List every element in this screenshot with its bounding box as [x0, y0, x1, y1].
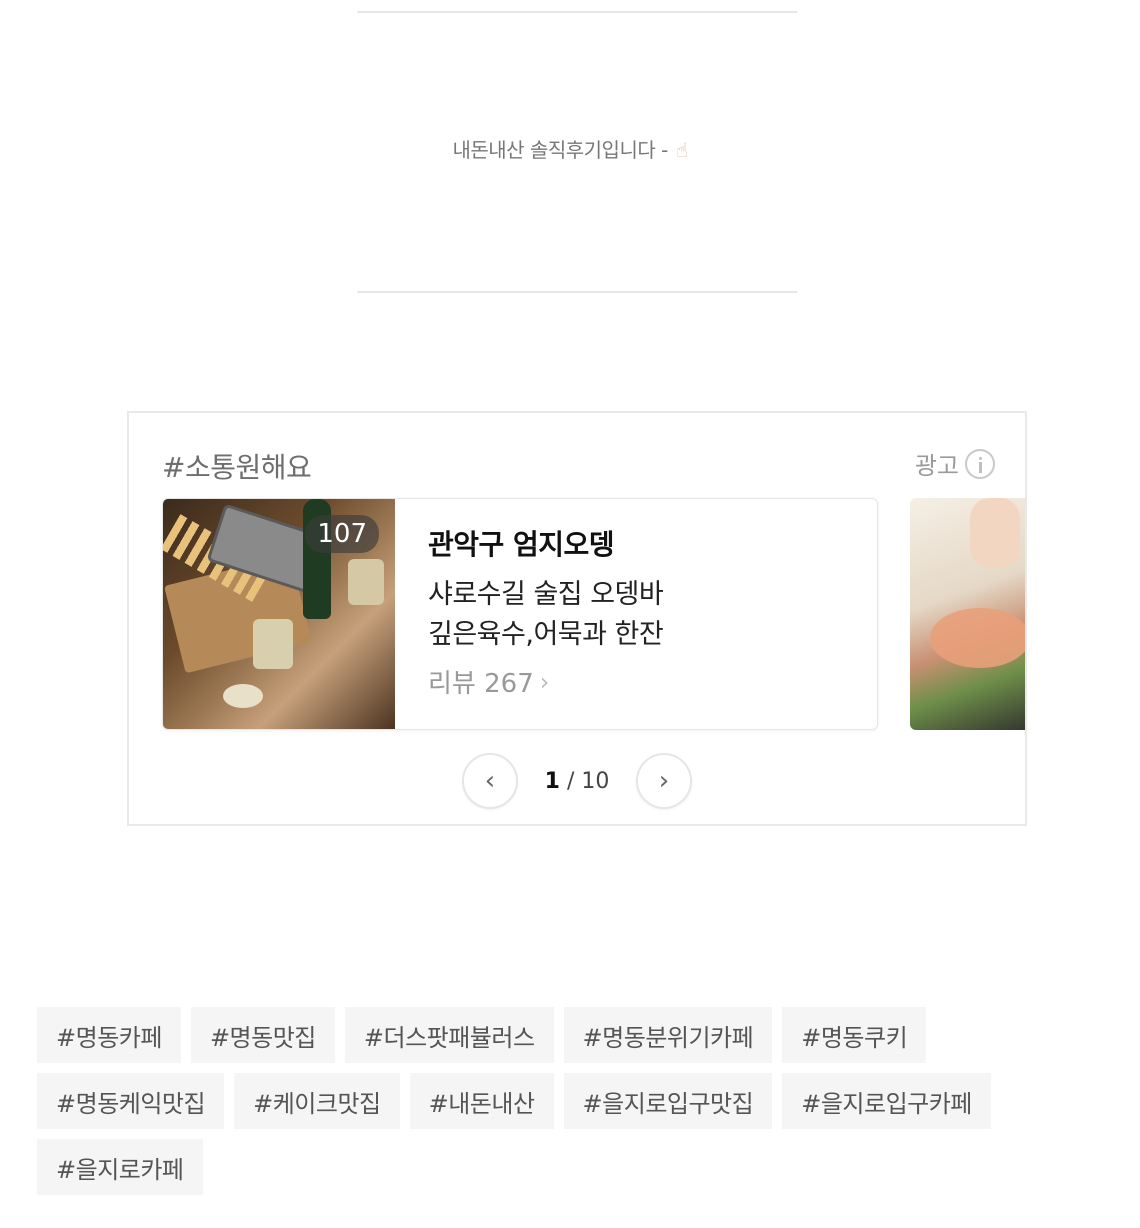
current-page: 1 — [544, 768, 560, 794]
plate — [930, 608, 1025, 668]
hand — [970, 498, 1020, 568]
ad-section-title: #소통원해요 — [162, 451, 312, 484]
tag-list: #명동카페 #명동맛집 #더스팟패뷸러스 #명동분위기카페 #명동쿠키 #명동케… — [37, 1007, 1103, 1195]
card-title[interactable]: 관악구 엄지오뎅 — [428, 523, 858, 563]
prev-button[interactable]: ‹ — [462, 753, 518, 809]
chevron-left-icon: ‹ — [484, 766, 496, 796]
page: 내돈내산 솔직후기입니다 - ☝ #소통원해요 광고 107 관악구 엄지오뎅 — [0, 0, 1140, 1228]
total-pages: / 10 — [566, 768, 610, 794]
chevron-right-icon: › — [539, 667, 550, 696]
pagination: ‹ 1 / 10 › — [462, 753, 692, 809]
review-count: 리뷰 267 — [428, 669, 534, 699]
ad-info[interactable]: 광고 — [915, 446, 995, 481]
page-indicator: 1 / 10 — [545, 769, 610, 794]
next-button[interactable]: › — [636, 753, 692, 809]
card-image[interactable]: 107 — [163, 499, 395, 729]
tag-item[interactable]: #명동쿠키 — [782, 1007, 927, 1063]
cup — [348, 559, 384, 605]
tag-item[interactable]: #을지로입구맛집 — [563, 1073, 773, 1129]
chevron-right-icon: › — [658, 766, 670, 796]
quote-text: 내돈내산 솔직후기입니다 - ☝ — [0, 134, 1140, 163]
card-body: 관악구 엄지오뎅 샤로수길 술집 오뎅바 깊은육수,어묵과 한잔 리뷰 267 … — [428, 523, 858, 700]
tag-item[interactable]: #을지로입구카페 — [782, 1073, 991, 1129]
next-card-peek[interactable] — [910, 498, 1025, 730]
ad-label: 광고 — [914, 452, 959, 480]
image-count-badge: 107 — [305, 515, 379, 553]
dish — [223, 684, 263, 708]
card-desc-line: 샤로수길 술집 오뎅바 — [428, 579, 664, 610]
tag-item[interactable]: #명동케익맛집 — [37, 1073, 225, 1129]
ad-widget: #소통원해요 광고 107 관악구 엄지오뎅 샤로수길 술집 오뎅바 깊은육수,… — [127, 411, 1027, 826]
tag-item[interactable]: #더스팟패뷸러스 — [344, 1007, 554, 1063]
cup — [253, 619, 293, 669]
info-icon[interactable] — [965, 448, 995, 479]
tag-item[interactable]: #명동분위기카페 — [563, 1007, 773, 1063]
card-description: 샤로수길 술집 오뎅바 깊은육수,어묵과 한잔 — [428, 575, 858, 655]
review-link[interactable]: 리뷰 267 › — [428, 663, 858, 700]
tag-item[interactable]: #명동카페 — [37, 1007, 181, 1063]
tag-item[interactable]: #내돈내산 — [409, 1073, 554, 1129]
ad-card[interactable]: 107 관악구 엄지오뎅 샤로수길 술집 오뎅바 깊은육수,어묵과 한잔 리뷰 … — [162, 498, 878, 730]
divider-top — [357, 11, 797, 13]
tag-item[interactable]: #케이크맛집 — [234, 1073, 400, 1129]
divider-bottom — [357, 291, 797, 293]
tag-item[interactable]: #을지로카페 — [37, 1139, 203, 1195]
tag-item[interactable]: #명동맛집 — [190, 1007, 335, 1063]
quote-label: 내돈내산 솔직후기입니다 - — [452, 138, 668, 162]
card-desc-line: 깊은육수,어묵과 한잔 — [428, 619, 664, 650]
pointing-finger-icon: ☝ — [675, 138, 688, 162]
